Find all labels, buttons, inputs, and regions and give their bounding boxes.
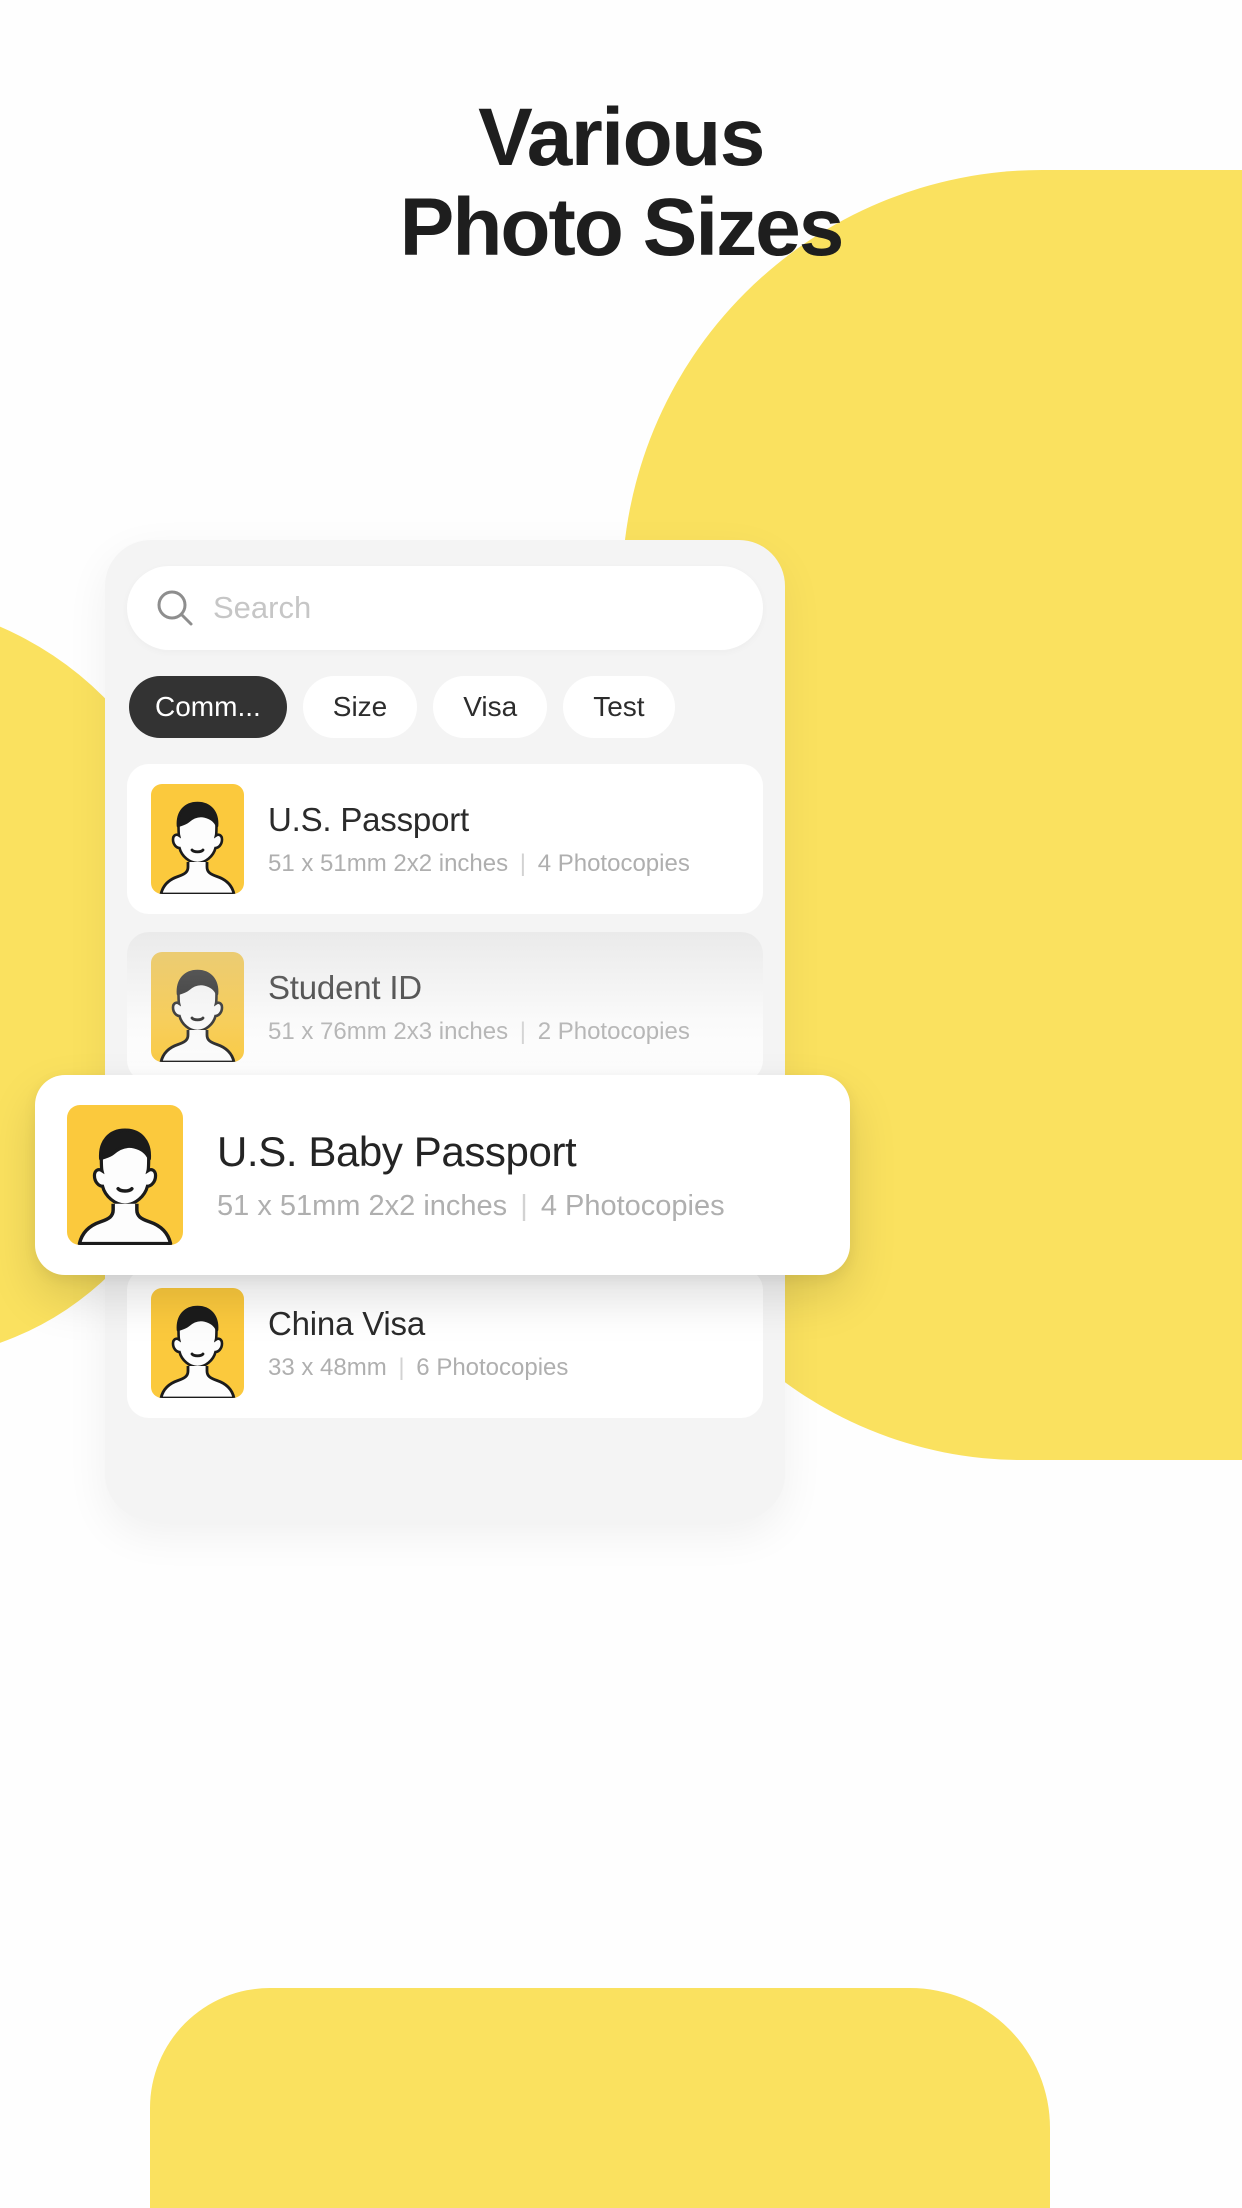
featured-item-dimensions: 51 x 51mm 2x2 inches: [217, 1189, 508, 1222]
person-avatar-icon: [67, 1105, 183, 1245]
list-item-title: Student ID: [268, 968, 422, 1006]
person-avatar-icon: [151, 784, 244, 894]
phone-mockup: Search Comm... Size Visa Test U.S. Passp…: [105, 540, 785, 1520]
page-title-line-1: Various: [478, 92, 765, 183]
featured-list-item[interactable]: U.S. Baby Passport 51 x 51mm 2x2 inches …: [35, 1075, 850, 1275]
yellow-blob-bottom: [150, 1988, 1050, 2208]
list-item-title: U.S. Passport: [268, 800, 469, 838]
separator-glyph: |: [398, 1353, 405, 1381]
search-placeholder: Search: [213, 590, 312, 625]
featured-item-text: U.S. Baby Passport 51 x 51mm 2x2 inches …: [217, 1128, 725, 1223]
filter-chip-visa[interactable]: Visa: [433, 676, 548, 738]
filter-chip-test[interactable]: Test: [563, 676, 675, 738]
list-item-subtitle: 51 x 51mm 2x2 inches | 4 Photocopies: [268, 850, 690, 878]
list-item-text: U.S. Passport 51 x 51mm 2x2 inches | 4 P…: [268, 801, 690, 878]
app-screenshot: Various Photo Sizes Search Comm... Size: [0, 0, 1242, 2208]
search-icon: [153, 586, 197, 630]
filter-chip-label: Test: [593, 691, 645, 722]
filter-chip-size[interactable]: Size: [302, 676, 418, 738]
list-item-text: China Visa 33 x 48mm | 6 Photocopies: [268, 1305, 568, 1382]
list-item-dimensions: 51 x 51mm 2x2 inches: [268, 849, 509, 877]
search-input[interactable]: Search: [127, 566, 763, 650]
list-item-dimensions: 51 x 76mm 2x3 inches: [268, 1017, 509, 1045]
list-item-title: China Visa: [268, 1304, 425, 1342]
list-item-subtitle: 51 x 76mm 2x3 inches | 2 Photocopies: [268, 1018, 690, 1046]
featured-item-title: U.S. Baby Passport: [217, 1127, 577, 1175]
filter-chip-label: Size: [332, 691, 388, 722]
list-item[interactable]: China Visa 33 x 48mm | 6 Photocopies: [127, 1268, 763, 1418]
list-item[interactable]: U.S. Passport 51 x 51mm 2x2 inches | 4 P…: [127, 764, 763, 914]
list-item-copies: 2 Photocopies: [537, 1017, 690, 1045]
list-item-text: Student ID 51 x 76mm 2x3 inches | 2 Phot…: [268, 969, 690, 1046]
person-avatar-icon: [151, 1288, 244, 1398]
separator-glyph: |: [519, 849, 527, 877]
page-title: Various Photo Sizes: [0, 92, 1242, 274]
filter-chip-group: Comm... Size Visa Test: [127, 676, 763, 738]
page-title-line-2: Photo Sizes: [399, 182, 845, 274]
filter-chip-common[interactable]: Comm...: [129, 676, 287, 738]
filter-chip-label: Comm...: [155, 691, 261, 722]
featured-item-subtitle: 51 x 51mm 2x2 inches | 4 Photocopies: [217, 1190, 725, 1223]
list-item-copies: 6 Photocopies: [416, 1353, 569, 1381]
filter-chip-label: Visa: [463, 691, 518, 722]
separator-glyph: |: [520, 1189, 528, 1222]
list-item-copies: 4 Photocopies: [537, 849, 690, 877]
featured-item-copies: 4 Photocopies: [540, 1189, 725, 1222]
separator-glyph: |: [519, 1017, 527, 1045]
list-item-subtitle: 33 x 48mm | 6 Photocopies: [268, 1354, 568, 1382]
list-item[interactable]: Student ID 51 x 76mm 2x3 inches | 2 Phot…: [127, 932, 763, 1082]
person-avatar-icon: [151, 952, 244, 1062]
list-item-dimensions: 33 x 48mm: [268, 1353, 387, 1381]
